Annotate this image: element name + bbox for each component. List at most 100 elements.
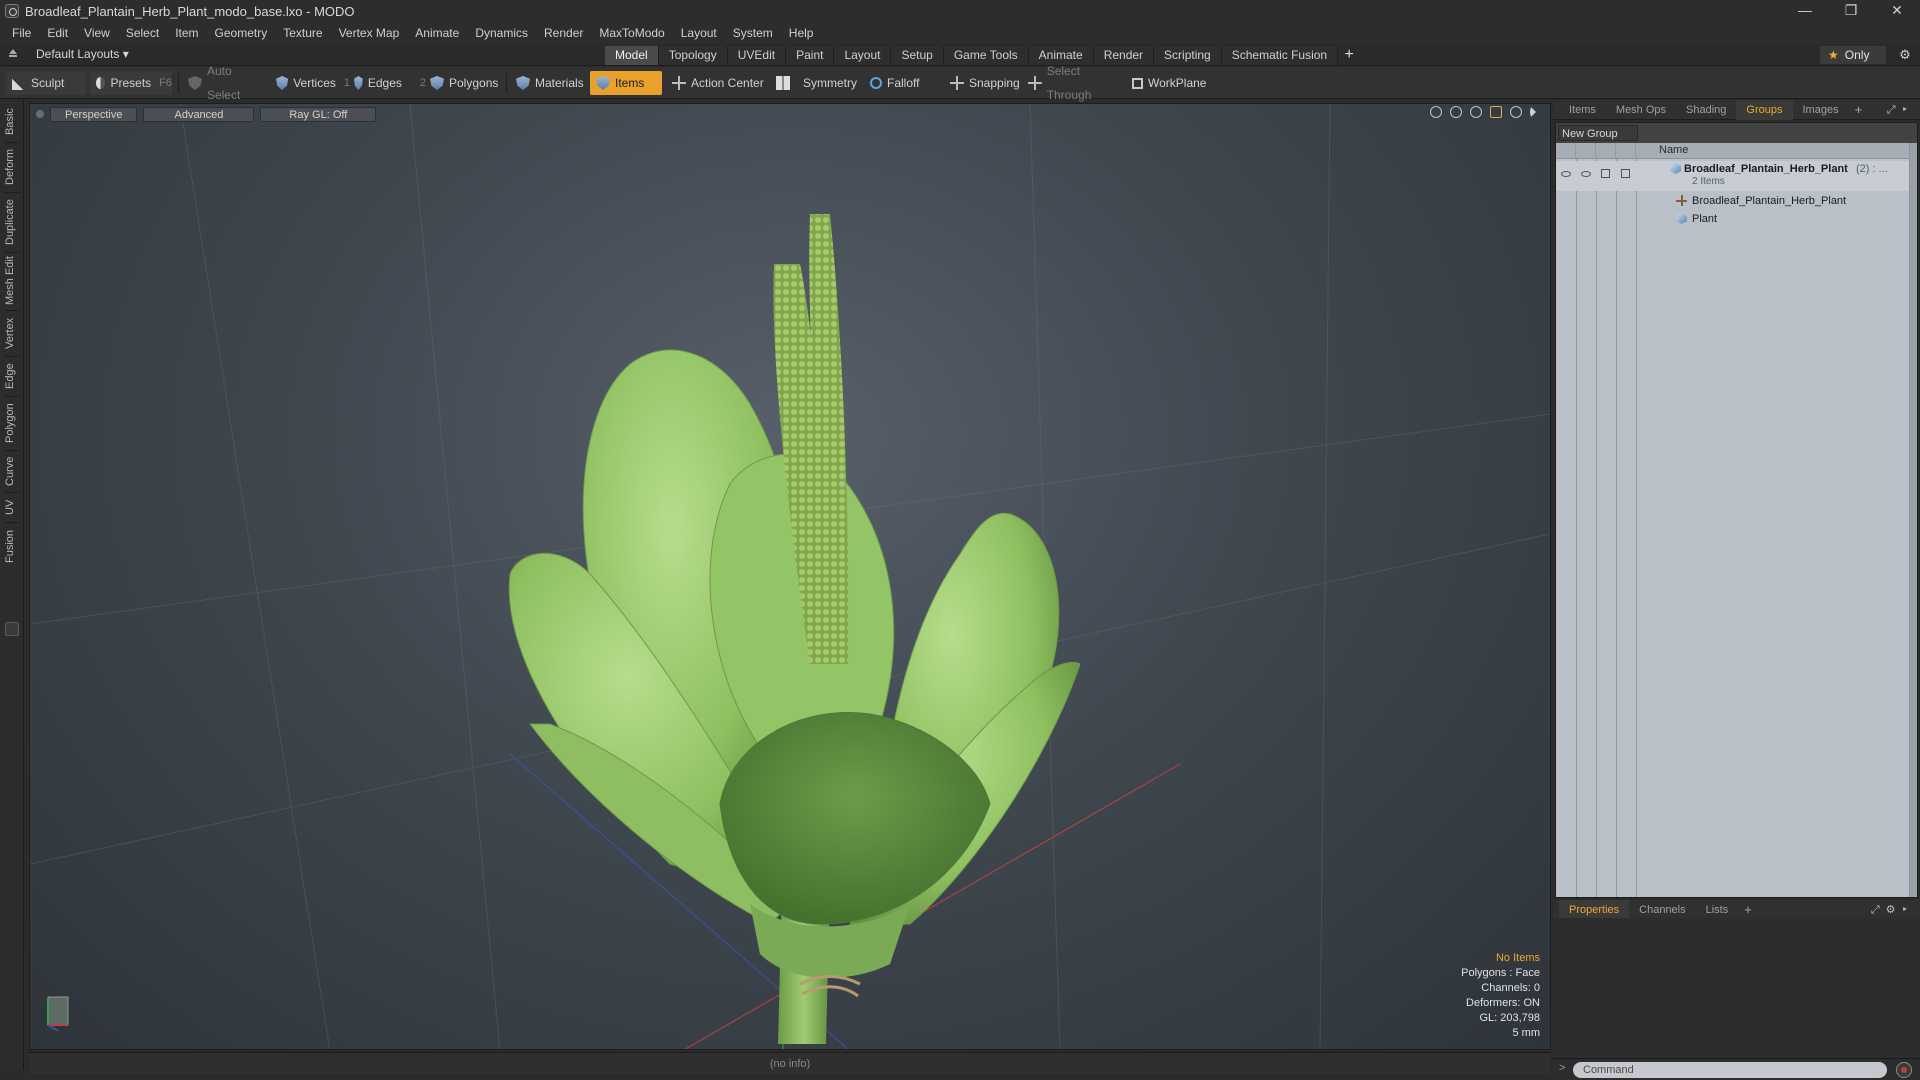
viewport-settings-icon[interactable]: [1510, 106, 1522, 118]
tab-shading[interactable]: Shading: [1676, 100, 1736, 120]
zoom-view-icon[interactable]: [1470, 106, 1482, 118]
presets-button[interactable]: Presets F6: [90, 71, 172, 95]
tab-vertex[interactable]: Vertex: [4, 314, 20, 352]
tree-row[interactable]: Broadleaf_Plantain_Herb_Plant: [1556, 193, 1917, 209]
minimize-button[interactable]: —: [1782, 0, 1828, 22]
tab-setup[interactable]: Setup: [891, 46, 944, 65]
modo-logo-icon: [5, 4, 19, 18]
falloff-button[interactable]: Falloff: [864, 71, 940, 95]
close-button[interactable]: ✕: [1874, 0, 1920, 22]
tab-topology[interactable]: Topology: [658, 46, 728, 65]
tree-row[interactable]: Plant: [1556, 211, 1917, 227]
tab-mesh-edit[interactable]: Mesh Edit: [4, 256, 20, 306]
menu-dynamics[interactable]: Dynamics: [467, 26, 536, 40]
tab-fusion[interactable]: Fusion: [4, 526, 20, 566]
menu-item[interactable]: Item: [167, 26, 206, 40]
menu-help[interactable]: Help: [781, 26, 822, 40]
bottom-panel-expand-icon[interactable]: ⤢⚙‣: [1871, 903, 1914, 917]
tab-images[interactable]: Images: [1793, 100, 1849, 120]
polygons-button[interactable]: Polygons: [424, 71, 504, 95]
eye-icon[interactable]: [1561, 171, 1571, 177]
tab-properties[interactable]: Properties: [1559, 899, 1630, 920]
edges-button[interactable]: Edges 2: [348, 71, 426, 95]
shading-dropdown[interactable]: Advanced: [143, 106, 255, 122]
add-tab-button[interactable]: +: [1338, 46, 1360, 65]
raygl-toggle[interactable]: Ray GL: Off: [260, 106, 377, 122]
group-row[interactable]: Broadleaf_Plantain_Herb_Plant (2) : ... …: [1556, 161, 1917, 191]
tab-mesh-ops[interactable]: Mesh Ops: [1606, 100, 1676, 120]
menu-vertex-map[interactable]: Vertex Map: [331, 26, 408, 40]
workplane-button[interactable]: WorkPlane: [1126, 71, 1208, 95]
tab-paint[interactable]: Paint: [786, 46, 835, 65]
name-column-header[interactable]: Name: [1659, 144, 1688, 156]
items-button[interactable]: Items: [590, 71, 662, 95]
add-panel-tab-button[interactable]: +: [1849, 102, 1869, 117]
tab-deform[interactable]: Deform: [4, 146, 20, 188]
menu-maxtomodo[interactable]: MaxToModo: [591, 26, 672, 40]
new-group-button[interactable]: New Group: [1558, 125, 1638, 141]
upload-layout-icon[interactable]: [8, 49, 18, 59]
panel-expand-icon[interactable]: ⤢‣: [1887, 103, 1914, 117]
menu-file[interactable]: File: [4, 26, 39, 40]
viewport-expand-icon[interactable]: [1530, 106, 1536, 118]
render-column-icon[interactable]: [1576, 143, 1596, 158]
add-bottom-tab-button[interactable]: +: [1738, 902, 1758, 917]
tab-schematic-fusion[interactable]: Schematic Fusion: [1221, 46, 1339, 65]
tab-polygon[interactable]: Polygon: [4, 400, 20, 446]
only-toggle[interactable]: ★ Only: [1820, 46, 1886, 64]
menu-texture[interactable]: Texture: [275, 26, 330, 40]
tab-uvedit[interactable]: UVEdit: [727, 46, 787, 65]
menu-view[interactable]: View: [76, 26, 118, 40]
menu-animate[interactable]: Animate: [407, 26, 467, 40]
move-view-icon[interactable]: [1430, 106, 1442, 118]
render-icon[interactable]: [1581, 171, 1591, 177]
symmetry-button[interactable]: Symmetry: [770, 71, 862, 95]
rotate-view-icon[interactable]: [1450, 106, 1462, 118]
tab-channels[interactable]: Channels: [1629, 900, 1695, 920]
tab-layout[interactable]: Layout: [834, 46, 892, 65]
menu-select[interactable]: Select: [118, 26, 167, 40]
lock-column-icon[interactable]: [1596, 143, 1616, 158]
tab-uv[interactable]: UV: [4, 496, 20, 518]
tree-scrollbar[interactable]: [1909, 143, 1917, 897]
view-mode-dropdown[interactable]: Perspective: [50, 106, 138, 122]
menu-render[interactable]: Render: [536, 26, 591, 40]
3d-viewport[interactable]: Perspective Advanced Ray GL: Off No Item…: [29, 103, 1551, 1050]
tab-game-tools[interactable]: Game Tools: [943, 46, 1029, 65]
visibility-column-icon[interactable]: [1556, 143, 1576, 158]
action-center-button[interactable]: Action Center: [666, 71, 766, 95]
group-icon: [1670, 163, 1681, 174]
tab-edge[interactable]: Edge: [4, 360, 20, 392]
menu-system[interactable]: System: [725, 26, 781, 40]
tab-items[interactable]: Items: [1559, 100, 1606, 120]
vertices-button[interactable]: Vertices 1: [270, 71, 350, 95]
command-input[interactable]: Command: [1573, 1062, 1887, 1078]
menu-layout[interactable]: Layout: [673, 26, 725, 40]
tab-model[interactable]: Model: [605, 46, 659, 65]
tab-scripting[interactable]: Scripting: [1154, 46, 1222, 65]
materials-button[interactable]: Materials: [510, 71, 586, 95]
auto-select-button[interactable]: Auto Select: [182, 64, 268, 102]
groups-tree[interactable]: Name Broadleaf_Plantain_Herb_Plant (2) :…: [1556, 143, 1917, 897]
select-column-icon[interactable]: [1616, 143, 1636, 158]
record-macro-icon[interactable]: [1896, 1062, 1912, 1078]
tab-groups[interactable]: Groups: [1736, 99, 1793, 120]
tab-duplicate[interactable]: Duplicate: [4, 196, 20, 248]
restore-button[interactable]: ❐: [1828, 0, 1874, 22]
layout-dropdown[interactable]: Default Layouts ▾: [36, 47, 129, 61]
viewport-menu-dot[interactable]: [36, 110, 44, 118]
right-panel: Items Mesh Ops Shading Groups Images + ⤢…: [1553, 99, 1920, 1080]
tab-curve[interactable]: Curve: [4, 454, 20, 488]
lock-checkbox[interactable]: [1601, 169, 1610, 178]
tab-basic[interactable]: Basic: [4, 106, 20, 138]
sculpt-button[interactable]: Sculpt: [6, 71, 86, 95]
gear-icon[interactable]: ⚙: [1896, 46, 1914, 64]
maximize-view-icon[interactable]: [1490, 106, 1502, 118]
menu-geometry[interactable]: Geometry: [207, 26, 276, 40]
select-checkbox[interactable]: [1621, 169, 1630, 178]
menu-edit[interactable]: Edit: [39, 26, 76, 40]
snapping-button[interactable]: Snapping: [944, 71, 1026, 95]
select-through-button[interactable]: Select Through: [1022, 64, 1126, 102]
tab-lists[interactable]: Lists: [1696, 900, 1739, 920]
palette-toggle-button[interactable]: [5, 622, 19, 636]
